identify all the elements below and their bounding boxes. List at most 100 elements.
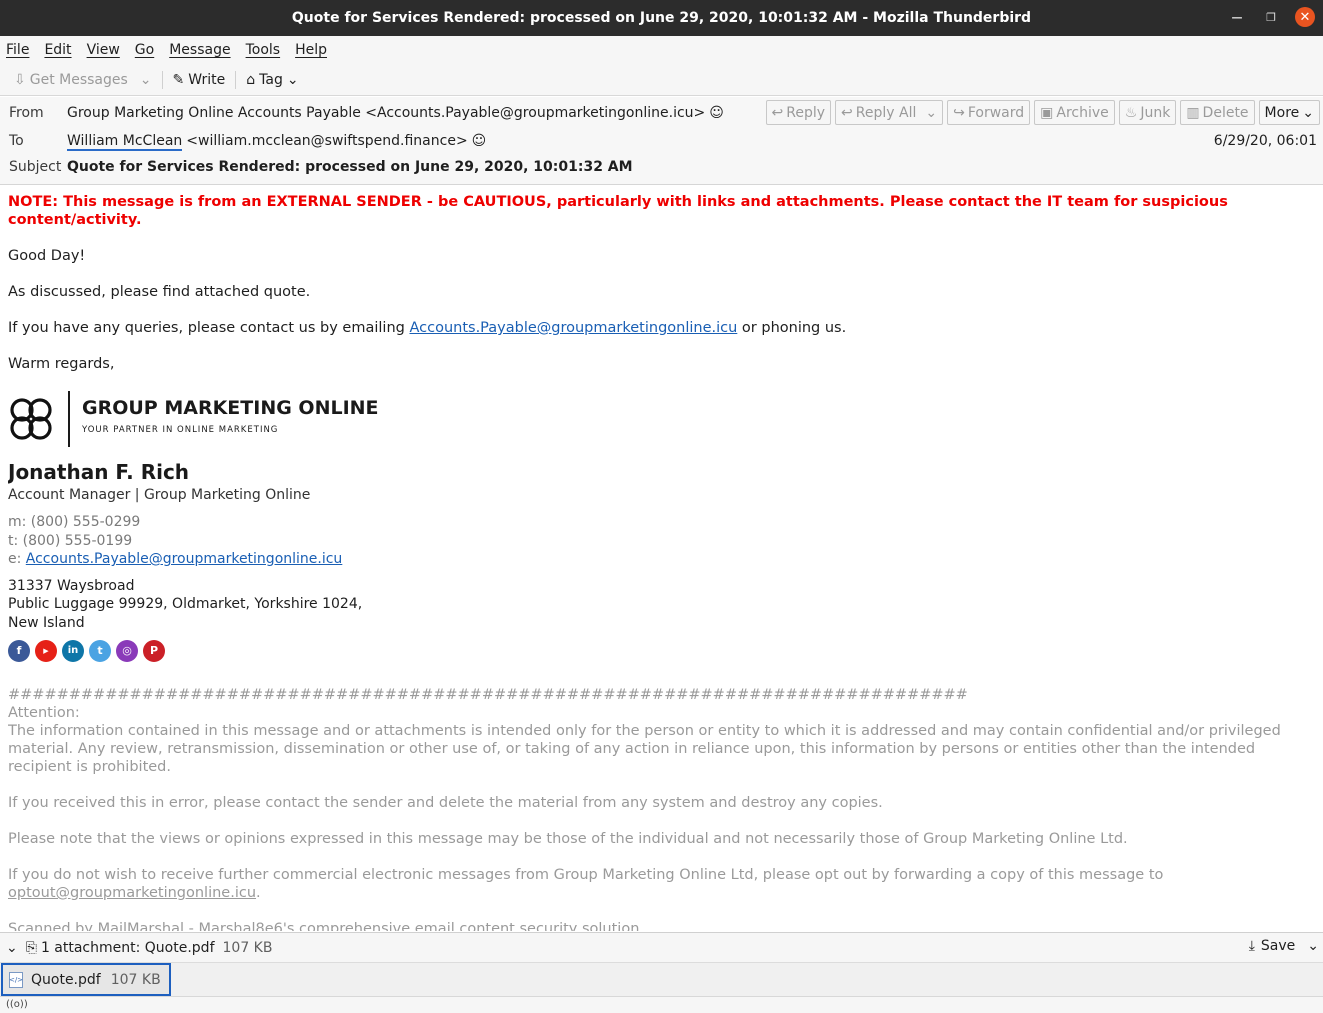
- logo-text: GROUP MARKETING ONLINE YOUR PARTNER IN O…: [82, 399, 379, 439]
- more-button[interactable]: More ⌄: [1258, 100, 1320, 125]
- reply-all-icon: ↩: [841, 104, 853, 121]
- from-value[interactable]: Group Marketing Online Accounts Payable …: [67, 105, 705, 121]
- download-icon: ⇩: [14, 71, 26, 88]
- disclaimer-attention: Attention:: [8, 705, 80, 721]
- reply-icon: ↩: [771, 104, 784, 121]
- contact-icon[interactable]: ☺: [472, 133, 487, 151]
- archive-icon: ▣: [1040, 104, 1054, 121]
- chevron-down-icon[interactable]: ⌄: [6, 940, 18, 956]
- online-status-icon[interactable]: ((o)): [6, 999, 28, 1010]
- menu-edit[interactable]: Edit: [44, 42, 71, 58]
- signature-email: e: Accounts.Payable@groupmarketingonline…: [8, 550, 1313, 569]
- reply-all-button[interactable]: ↩ Reply All ⌄: [835, 100, 944, 125]
- attachment-summary: 1 attachment: Quote.pdf: [40, 939, 215, 956]
- linkedin-icon[interactable]: in: [62, 640, 84, 662]
- reply-button[interactable]: ↩ Reply: [765, 100, 832, 125]
- save-label: Save: [1260, 938, 1296, 954]
- chevron-down-icon: ⌄: [1302, 104, 1314, 121]
- pencil-icon: ✎: [172, 71, 185, 88]
- attachment-bar[interactable]: ⌄ ⎘ 1 attachment: Quote.pdf 107 KB ⤓ Sav…: [0, 932, 1323, 962]
- address-line-3: New Island: [8, 614, 85, 631]
- close-button[interactable]: ✕: [1295, 7, 1315, 27]
- more-label: More: [1264, 104, 1300, 121]
- chevron-down-icon[interactable]: ⌄: [1307, 938, 1319, 954]
- menu-help[interactable]: Help: [295, 42, 327, 58]
- signature-mobile: m: (800) 555-0299: [8, 514, 141, 530]
- attachment-file-size: 107 KB: [110, 971, 161, 988]
- instagram-icon[interactable]: ◎: [116, 640, 138, 662]
- optout-link[interactable]: optout@groupmarketingonline.icu: [8, 885, 256, 901]
- delete-button[interactable]: ▥ Delete: [1180, 100, 1255, 125]
- menu-view[interactable]: View: [87, 42, 120, 58]
- closing: Warm regards,: [8, 356, 115, 372]
- maximize-button[interactable]: ❐: [1261, 7, 1281, 27]
- disclaimer-paragraph-2: If you received this in error, please co…: [8, 795, 883, 811]
- junk-icon: ♨: [1124, 104, 1138, 121]
- subject-value: Quote for Services Rendered: processed o…: [67, 159, 633, 175]
- body-line-2-post: or phoning us.: [737, 320, 847, 336]
- from-label: From: [9, 105, 44, 121]
- attachment-list: </> Quote.pdf 107 KB: [0, 962, 1323, 996]
- pinterest-icon[interactable]: P: [143, 640, 165, 662]
- write-button[interactable]: ✎ Write: [167, 72, 232, 88]
- menu-tools[interactable]: Tools: [246, 42, 281, 58]
- signature-contact: m: (800) 555-0299 t: (800) 555-0199 e: A…: [8, 513, 1313, 569]
- logo-mark-icon: [10, 398, 52, 440]
- attachment-item[interactable]: </> Quote.pdf 107 KB: [1, 963, 171, 996]
- body-line-2: If you have any queries, please contact …: [8, 319, 1313, 337]
- twitter-icon[interactable]: t: [89, 640, 111, 662]
- menu-message[interactable]: Message: [169, 42, 230, 58]
- disclaimer-paragraph-4: If you do not wish to receive further co…: [8, 866, 1313, 902]
- paperclip-icon: ⎘: [25, 939, 37, 956]
- disclaimer-paragraph-3: Please note that the views or opinions e…: [8, 831, 1128, 847]
- signature-email-label: e:: [8, 551, 26, 567]
- tag-label: Tag: [259, 71, 283, 88]
- company-logo: GROUP MARKETING ONLINE YOUR PARTNER IN O…: [8, 390, 1313, 448]
- trash-icon: ▥: [1186, 104, 1200, 121]
- disclaimer-paragraph-5: Scanned by MailMarshal - Marshal8e6's co…: [8, 921, 645, 931]
- disclaimer-optout-post: .: [256, 885, 261, 901]
- social-links: f ▶ in t ◎ P: [8, 640, 1313, 662]
- save-button[interactable]: ⤓ Save ⌄: [1249, 938, 1319, 954]
- delete-label: Delete: [1202, 104, 1249, 121]
- facebook-icon[interactable]: f: [8, 640, 30, 662]
- tag-button[interactable]: ⌂ Tag ⌄: [240, 72, 304, 88]
- save-icon: ⤓: [1248, 938, 1255, 954]
- forward-label: Forward: [967, 104, 1025, 121]
- window-controls: — ❐ ✕: [1227, 7, 1315, 27]
- junk-button[interactable]: ♨ Junk: [1118, 100, 1177, 125]
- chevron-down-icon[interactable]: ⌄: [925, 105, 937, 121]
- email-link[interactable]: Accounts.Payable@groupmarketingonline.ic…: [409, 320, 737, 336]
- disclaimer-hashes: ########################################…: [8, 687, 968, 703]
- get-messages-label: Get Messages: [29, 71, 128, 88]
- external-sender-warning: NOTE: This message is from an EXTERNAL S…: [8, 194, 1228, 228]
- subject-label: Subject: [9, 159, 62, 175]
- disclaimer: ########################################…: [8, 686, 1313, 931]
- message-header: From Group Marketing Online Accounts Pay…: [0, 97, 1323, 185]
- to-row: To William McClean <william.mcclean@swif…: [9, 133, 486, 151]
- minimize-button[interactable]: —: [1227, 7, 1247, 27]
- toolbar-divider: [161, 70, 163, 89]
- get-messages-button[interactable]: ⇩ Get Messages ⌄: [8, 72, 158, 88]
- logo-divider: [68, 391, 70, 447]
- archive-button[interactable]: ▣ Archive: [1034, 100, 1115, 125]
- chevron-down-icon[interactable]: ⌄: [140, 72, 152, 88]
- forward-icon: ↪: [953, 104, 965, 121]
- menu-file[interactable]: File: [6, 42, 29, 58]
- message-date: 6/29/20, 06:01: [1213, 133, 1317, 149]
- to-name[interactable]: William McClean: [67, 133, 183, 151]
- address-line-1: 31337 Waysbroad: [8, 577, 135, 594]
- youtube-icon[interactable]: ▶: [35, 640, 57, 662]
- logo-subtitle: YOUR PARTNER IN ONLINE MARKETING: [82, 425, 279, 435]
- archive-label: Archive: [1056, 104, 1109, 121]
- subject-row: Subject Quote for Services Rendered: pro…: [9, 159, 633, 175]
- contact-icon[interactable]: ☺: [709, 105, 724, 121]
- signature-email-link[interactable]: Accounts.Payable@groupmarketingonline.ic…: [26, 551, 343, 567]
- to-email[interactable]: <william.mcclean@swiftspend.finance>: [186, 133, 467, 151]
- forward-button[interactable]: ↪ Forward: [947, 100, 1031, 125]
- write-label: Write: [188, 71, 226, 88]
- header-actions: ↩ Reply ↩ Reply All ⌄ ↪ Forward ▣ Archiv…: [765, 100, 1320, 125]
- menu-go[interactable]: Go: [135, 42, 154, 58]
- body-line-2-pre: If you have any queries, please contact …: [8, 320, 410, 336]
- attachment-summary-size: 107 KB: [222, 939, 273, 956]
